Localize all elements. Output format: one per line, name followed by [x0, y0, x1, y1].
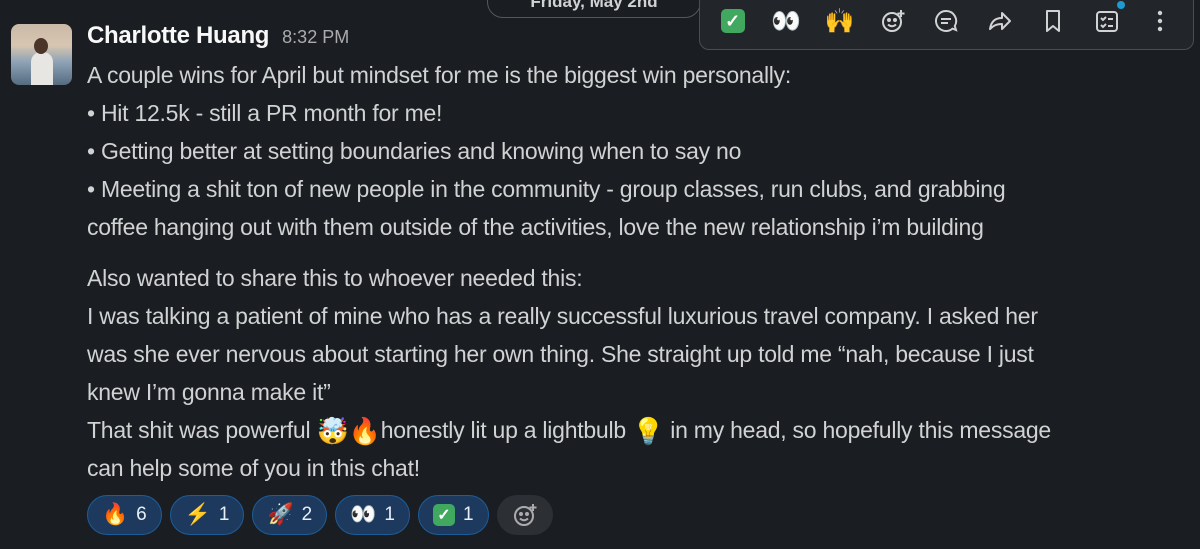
check-mark-icon: ✓ — [432, 504, 455, 526]
reaction-zap[interactable]: ⚡ 1 — [169, 495, 245, 535]
reaction-count: 1 — [218, 504, 230, 525]
rocket-icon: 🚀 — [267, 503, 294, 526]
message-text: in my head, so hopefully this message — [664, 417, 1051, 443]
reaction-count: 2 — [301, 504, 313, 525]
fire-icon: 🔥 — [348, 416, 381, 446]
add-reaction-icon — [513, 504, 537, 526]
message: Charlotte Huang 8:32 PM A couple wins fo… — [87, 22, 1192, 487]
message-text: That shit was powerful — [87, 417, 317, 443]
message-timestamp[interactable]: 8:32 PM — [282, 27, 349, 48]
message-header: Charlotte Huang 8:32 PM — [87, 22, 1192, 56]
reaction-fire[interactable]: 🔥 6 — [87, 495, 162, 535]
add-reaction-button[interactable] — [496, 495, 553, 535]
message-line: • Getting better at setting boundaries a… — [87, 138, 742, 164]
eyes-icon: 👀 — [350, 503, 377, 526]
message-line: • Meeting a shit ton of new people in th… — [87, 176, 1006, 202]
message-line: A couple wins for April but mindset for … — [87, 62, 792, 88]
reaction-check[interactable]: ✓ 1 — [417, 495, 489, 535]
reactions-bar: 🔥 6 ⚡ 1 🚀 2 👀 1 ✓ 1 — [87, 495, 553, 535]
reaction-count: 1 — [462, 504, 474, 525]
message-line: That shit was powerful 🤯🔥honestly lit up… — [87, 411, 1192, 449]
message-line: was she ever nervous about starting her … — [87, 341, 1034, 367]
message-line: • Hit 12.5k - still a PR month for me! — [87, 100, 443, 126]
message-line: Also wanted to share this to whoever nee… — [87, 265, 583, 291]
message-line: can help some of you in this chat! — [87, 455, 420, 481]
message-text: honestly lit up a lightbulb — [380, 417, 632, 443]
author-avatar[interactable] — [11, 24, 72, 85]
fire-icon: 🔥 — [102, 503, 129, 526]
reaction-rocket[interactable]: 🚀 2 — [252, 495, 328, 535]
reaction-count: 6 — [136, 504, 147, 525]
reaction-eyes[interactable]: 👀 1 — [335, 495, 410, 535]
lightning-icon: ⚡ — [184, 503, 211, 526]
reaction-count: 1 — [384, 504, 395, 525]
date-divider[interactable]: Friday, May 2nd — [487, 0, 701, 18]
lightbulb-icon: 💡 — [632, 416, 665, 446]
notification-dot — [1116, 1, 1125, 9]
message-line: coffee hanging out with them outside of … — [87, 214, 984, 240]
exploding-head-icon: 🤯 — [316, 416, 349, 446]
message-line: I was talking a patient of mine who has … — [87, 303, 1038, 329]
author-name[interactable]: Charlotte Huang — [87, 22, 269, 50]
message-line: knew I’m gonna make it” — [87, 379, 331, 405]
